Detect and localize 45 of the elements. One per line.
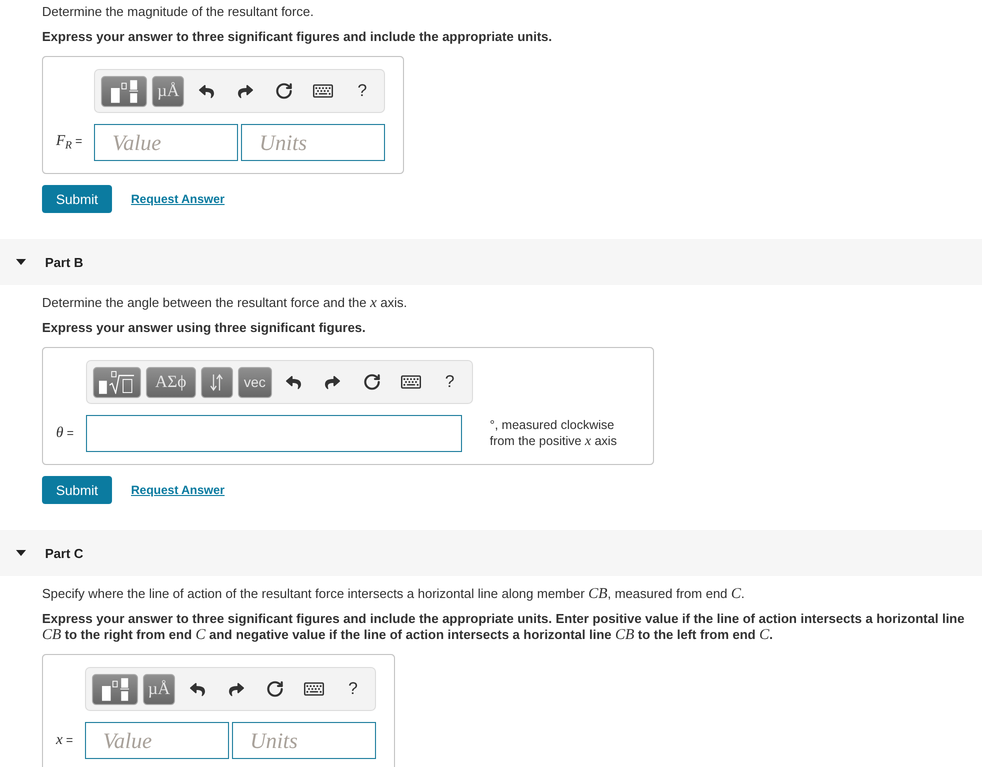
templates-icon (110, 80, 138, 102)
help-button[interactable]: ? (336, 674, 370, 704)
variable-label: x = (56, 732, 74, 749)
undo-icon (190, 682, 205, 696)
units-field[interactable]: Units (241, 124, 386, 161)
variable-label: θ = (56, 425, 74, 442)
value-field[interactable]: Value (85, 722, 230, 759)
units-button[interactable]: µÅ (143, 674, 176, 704)
templates-button[interactable] (92, 366, 141, 398)
answer-instruction: Express your answer to three significant figures and include the appropriate units. (42, 29, 553, 45)
help-button[interactable]: ? (432, 366, 467, 398)
answer-field[interactable] (86, 415, 462, 452)
undo-icon (198, 84, 214, 98)
undo-icon (286, 374, 302, 390)
reset-icon (275, 82, 294, 100)
symbols-button[interactable]: ΑΣϕ (146, 366, 196, 398)
submit-button[interactable]: Submit (42, 476, 112, 504)
templates-button[interactable] (92, 674, 138, 704)
redo-icon (325, 374, 340, 390)
help-button[interactable]: ? (345, 76, 380, 106)
part-header[interactable]: Part C (0, 530, 982, 576)
redo-icon (238, 84, 253, 98)
variable-label: F$_{R}$ = (56, 133, 82, 152)
reset-icon (362, 373, 381, 391)
question-prompt: Determine the angle between the resultant force and the x axis. (42, 294, 408, 312)
vector-button[interactable]: vec (238, 366, 272, 398)
up-down-arrows-icon (210, 374, 224, 390)
templates-button[interactable] (101, 76, 148, 106)
radical-template-icon (99, 370, 134, 394)
question-prompt: Specify where the line of action of the resultant force intersects a horizontal line along member CB, measured from end C. (42, 585, 746, 603)
question-prompt: Determine the magnitude of the resultant force. (42, 3, 315, 21)
answer-instruction: Express your answer to three significant figures and include the appropriate units. Enter positive value if the line of action intersects a horizontal line CB to the right from end C and negative value if the line of action intersects a horizontal line CB to the left from end C. (42, 611, 966, 643)
submit-button[interactable]: Submit (42, 185, 112, 213)
value-field[interactable]: Value (94, 124, 238, 161)
reset-icon (266, 680, 284, 698)
redo-icon (228, 682, 244, 696)
unit-note: °, measured clockwise from the positive x axis (488, 417, 618, 450)
request-answer-link[interactable]: Request Answer (131, 483, 225, 497)
units-button[interactable]: µÅ (152, 76, 184, 106)
templates-icon (102, 678, 129, 700)
units-field[interactable]: Units (232, 722, 376, 759)
request-answer-link[interactable]: Request Answer (131, 192, 225, 206)
answer-instruction: Express your answer using three significant figures. (42, 320, 367, 336)
arrows-button[interactable] (200, 366, 233, 398)
part-header[interactable]: Part B (0, 239, 982, 285)
